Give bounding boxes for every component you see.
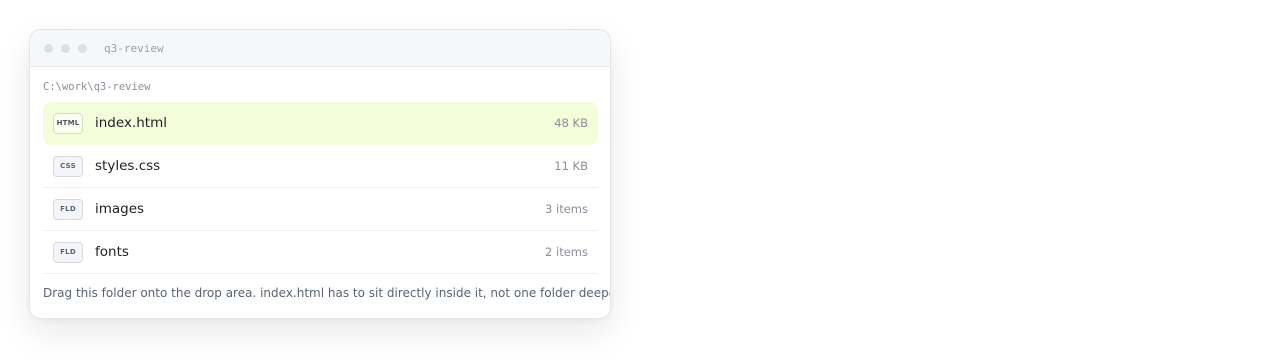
drag-instructions: Drag this folder onto the drop area. ind… [43,286,611,300]
folder-name: images [95,201,145,217]
file-row-fonts[interactable]: FLD fonts 2 items [43,231,598,274]
folder-icon: FLD [53,241,83,263]
file-list: HTML index.html 48 KB CSS styles.css 11 … [43,102,598,274]
item-count: 2 items [545,245,588,259]
file-row-images[interactable]: FLD images 3 items [43,188,598,231]
item-count: 3 items [545,202,588,216]
title-bar[interactable]: q3-review [30,30,610,67]
file-name: styles.css [95,158,161,174]
window-close-dot[interactable] [44,43,53,53]
folder-name: fonts [95,244,129,260]
file-row-index-html[interactable]: HTML index.html 48 KB [43,102,598,145]
css-file-icon: CSS [53,155,83,177]
window-maximize-dot[interactable] [78,43,87,53]
file-size: 11 KB [554,159,588,173]
folder-path: C:\work\q3-review [43,81,151,93]
file-browser-window: q3-review C:\work\q3-review HTML index.h… [29,29,611,319]
file-size: 48 KB [554,116,588,130]
file-name: index.html [95,115,167,131]
folder-icon: FLD [53,198,83,220]
html-file-icon: HTML [53,112,83,134]
window-minimize-dot[interactable] [61,43,70,53]
file-row-styles-css[interactable]: CSS styles.css 11 KB [43,145,598,188]
window-title: q3-review [104,41,164,55]
